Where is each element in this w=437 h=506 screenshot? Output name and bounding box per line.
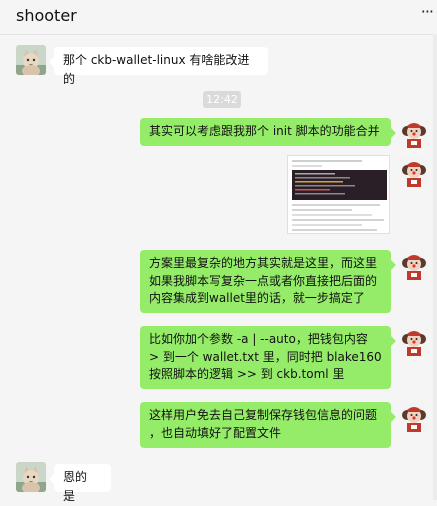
chat-title: shooter bbox=[16, 6, 77, 25]
more-dots-icon[interactable]: ··· bbox=[421, 2, 434, 21]
contact-avatar[interactable] bbox=[16, 462, 46, 492]
message-bubble[interactable]: 比如你加个参数 -a | --auto，把钱包内容 > 到一个 wallet.t… bbox=[140, 326, 396, 389]
message-bubble[interactable]: 其实可以考虑跟我那个 init 脚本的功能合并 bbox=[140, 118, 396, 146]
scrollbar[interactable] bbox=[433, 34, 437, 500]
my-avatar[interactable] bbox=[399, 250, 429, 280]
my-avatar[interactable] bbox=[399, 118, 429, 148]
chat-header: shooter ··· bbox=[0, 0, 437, 35]
screenshot-image-message[interactable] bbox=[287, 155, 390, 234]
message-bubble[interactable]: 那个 ckb-wallet-linux 有啥能改进的 bbox=[49, 47, 268, 86]
message-bubble[interactable]: 方案里最复杂的地方其实就是这里，而这里 如果我脚本写复杂一点或者你直接把后面的 … bbox=[140, 250, 396, 313]
message-bubble[interactable]: 这样用户免去自己复制保存钱包信息的问题 ，也自动填好了配置文件 bbox=[140, 402, 396, 448]
my-avatar[interactable] bbox=[399, 402, 429, 432]
contact-avatar[interactable] bbox=[16, 45, 46, 75]
message-bubble[interactable]: 恩的 是 bbox=[49, 464, 111, 503]
my-avatar[interactable] bbox=[399, 326, 429, 356]
my-avatar[interactable] bbox=[399, 157, 429, 187]
timestamp: 12:42 bbox=[203, 91, 241, 108]
